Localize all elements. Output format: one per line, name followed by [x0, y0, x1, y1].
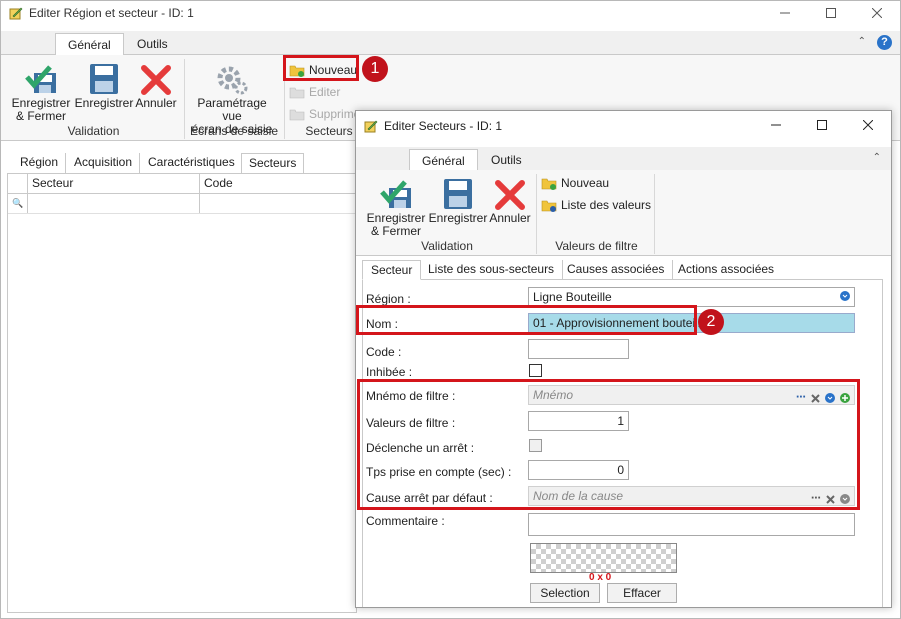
dialog-close-button[interactable]: [845, 113, 891, 137]
main-ribbon-tabs: Général Outils ⌃ ?: [1, 31, 900, 55]
save-close-button[interactable]: Enregistrer & Fermer: [9, 59, 73, 123]
selection-button[interactable]: Selection: [530, 583, 600, 603]
filter-group-label: Valeurs de filtre: [555, 239, 638, 253]
filter-row-icon: 🔍: [8, 194, 28, 213]
delete-button[interactable]: Supprimer: [289, 105, 364, 123]
tab-sous-secteurs[interactable]: Liste des sous-secteurs: [420, 260, 564, 280]
grid-filter-row[interactable]: 🔍: [8, 194, 356, 214]
image-size-label: 0 x 0: [589, 572, 612, 583]
cancel-button[interactable]: Annuler: [135, 59, 177, 110]
inhibee-checkbox[interactable]: [529, 364, 542, 377]
save-icon: [89, 59, 119, 95]
folder-edit-icon: [289, 85, 305, 99]
dialog-collapse-ribbon-icon[interactable]: ⌃: [873, 152, 881, 163]
folder-add-icon: [541, 176, 557, 190]
grid-corner: [8, 174, 28, 193]
grid-header: Secteur Code: [8, 174, 356, 194]
tab-actions-associees[interactable]: Actions associées: [670, 260, 782, 280]
save-close-icon: [24, 59, 58, 95]
tab-acquisition[interactable]: Acquisition: [67, 153, 141, 173]
code-field[interactable]: [528, 339, 629, 359]
folder-delete-icon: [289, 107, 305, 121]
commentaire-field[interactable]: [528, 513, 855, 536]
edit-secteurs-dialog: Editer Secteurs - ID: 1 Général Outils ⌃…: [355, 110, 892, 608]
dialog-save-close-button[interactable]: Enregistrer & Fermer: [364, 174, 428, 238]
region-value: Ligne Bouteille: [533, 290, 612, 304]
highlight-filter-section: [357, 379, 860, 510]
dialog-ribbon-tabs: Général Outils ⌃: [356, 147, 891, 171]
inhibee-label: Inhibée :: [366, 365, 413, 379]
dialog-tab-general[interactable]: Général: [409, 149, 478, 171]
annotation-badge-1: 1: [362, 56, 388, 82]
highlight-nom-row: [356, 305, 697, 335]
annotation-badge-2: 2: [698, 309, 724, 335]
code-label: Code :: [366, 345, 402, 359]
window-title: Editer Région et secteur - ID: 1: [29, 6, 194, 20]
maximize-button[interactable]: [808, 1, 854, 25]
save-label: Enregistrer: [74, 96, 134, 110]
value-list-button[interactable]: Liste des valeurs: [541, 196, 651, 214]
commentaire-label: Commentaire :: [366, 514, 445, 528]
ecrans-group-label: Ecrans de saisie: [189, 124, 279, 138]
minimize-button[interactable]: [762, 1, 808, 25]
effacer-button[interactable]: Effacer: [607, 583, 677, 603]
save-close-icon: [379, 174, 413, 210]
save-icon: [443, 174, 473, 210]
filter-cell-code[interactable]: [200, 194, 356, 213]
dialog-section-tabs: Secteur Liste des sous-secteurs Causes a…: [362, 260, 883, 280]
cancel-icon: [141, 59, 171, 95]
collapse-ribbon-icon[interactable]: ⌃: [858, 36, 866, 47]
value-list-label: Liste des valeurs: [561, 198, 652, 212]
cancel-icon: [495, 174, 525, 210]
image-preview[interactable]: [530, 543, 677, 573]
gear-icon: [216, 59, 248, 95]
tab-caracteristiques[interactable]: Caractéristiques: [141, 153, 243, 173]
dialog-validation-group-label: Validation: [421, 239, 473, 253]
save-close-label: Enregistrer & Fermer: [11, 96, 71, 123]
region-label: Région :: [366, 292, 411, 306]
app-icon: [9, 6, 23, 20]
region-dropdown-icon[interactable]: [840, 291, 850, 301]
dialog-tab-outils[interactable]: Outils: [479, 149, 534, 171]
dialog-maximize-button[interactable]: [799, 113, 845, 137]
edit-button[interactable]: Editer: [289, 83, 340, 101]
tab-outils[interactable]: Outils: [125, 33, 180, 55]
filter-cell-secteur[interactable]: [28, 194, 200, 213]
close-button[interactable]: [854, 1, 900, 25]
ribbon-divider: [654, 174, 655, 254]
tab-secteur[interactable]: Secteur: [362, 260, 422, 280]
column-secteur[interactable]: Secteur: [28, 174, 200, 193]
region-field[interactable]: Ligne Bouteille: [528, 287, 855, 307]
save-button[interactable]: Enregistrer: [75, 59, 133, 110]
dialog-save-button[interactable]: Enregistrer: [429, 174, 487, 225]
dialog-ribbon: Enregistrer & Fermer Enregistrer Annuler…: [356, 170, 891, 256]
tab-causes-associees[interactable]: Causes associées: [559, 260, 674, 280]
highlight-new-button: [283, 55, 359, 81]
ribbon-divider: [536, 174, 537, 254]
cancel-label: Annuler: [135, 96, 177, 110]
validation-group-label: Validation: [67, 124, 120, 138]
main-titlebar: Editer Région et secteur - ID: 1: [1, 1, 900, 25]
dialog-app-icon: [364, 119, 378, 133]
ribbon-divider: [184, 59, 185, 139]
secteurs-grid: Secteur Code 🔍: [7, 173, 357, 613]
help-icon[interactable]: ?: [877, 35, 892, 50]
dialog-minimize-button[interactable]: [753, 113, 799, 137]
dialog-new-value-label: Nouveau: [561, 176, 610, 190]
dialog-title: Editer Secteurs - ID: 1: [384, 119, 503, 133]
dialog-cancel-button[interactable]: Annuler: [489, 174, 531, 225]
tab-secteurs-associes[interactable]: Secteurs associés: [241, 153, 305, 189]
edit-label: Editer: [309, 85, 341, 99]
tab-general[interactable]: Général: [55, 33, 124, 55]
column-code[interactable]: Code: [200, 174, 356, 193]
secteurs-group-label: Secteurs: [305, 124, 353, 138]
dialog-save-label: Enregistrer: [428, 211, 488, 225]
folder-list-icon: [541, 198, 557, 212]
dialog-new-value-button[interactable]: Nouveau: [541, 174, 609, 192]
tab-region[interactable]: Région: [13, 153, 67, 173]
dialog-titlebar: Editer Secteurs - ID: 1: [356, 111, 891, 141]
dialog-cancel-label: Annuler: [489, 211, 531, 225]
dialog-save-close-label: Enregistrer & Fermer: [366, 211, 426, 238]
